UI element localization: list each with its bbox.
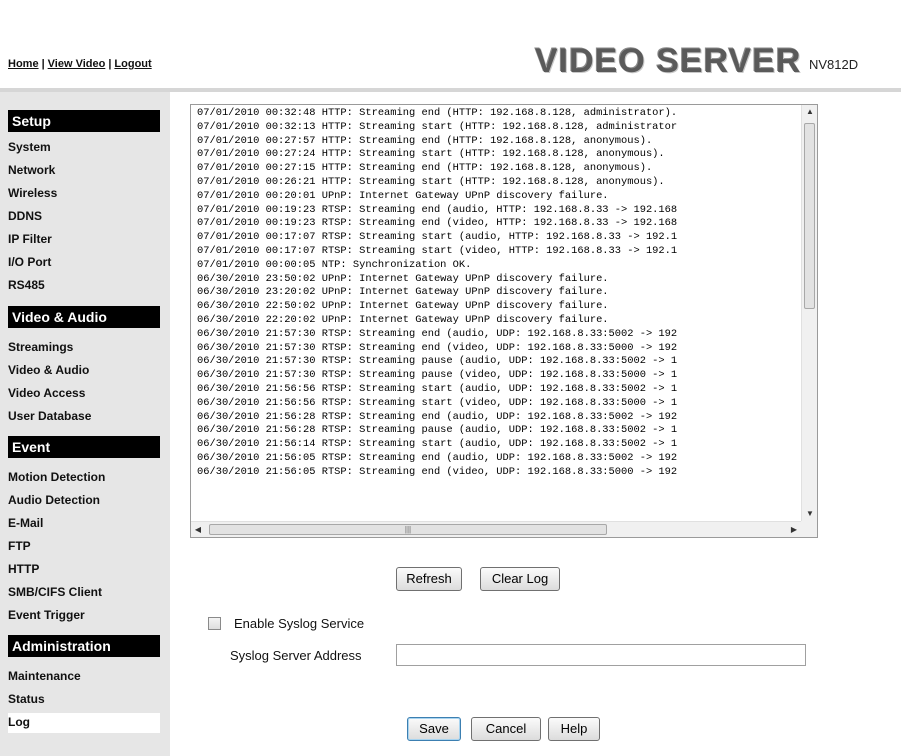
log-line: 07/01/2010 00:19:23 RTSP: Streaming end … <box>197 217 678 230</box>
cancel-button[interactable]: Cancel <box>471 717 541 741</box>
refresh-button[interactable]: Refresh <box>396 567 462 591</box>
horizontal-scrollbar[interactable]: ◀ ||| ▶ <box>191 521 801 537</box>
log-line: 07/01/2010 00:19:23 RTSP: Streaming end … <box>197 203 678 216</box>
log-line: 07/01/2010 00:32:48 HTTP: Streaming end … <box>197 107 678 119</box>
log-line: 07/01/2010 00:32:13 HTTP: Streaming star… <box>197 120 678 133</box>
top-nav: Home | View Video | Logout <box>8 58 152 70</box>
sidebar-item-network[interactable]: Network <box>8 161 160 181</box>
log-line: 06/30/2010 23:50:02 UPnP: Internet Gatew… <box>197 272 609 285</box>
sidebar-item-maintenance[interactable]: Maintenance <box>8 667 160 687</box>
model-name: NV812D <box>809 57 859 72</box>
log-line: 06/30/2010 21:57:30 RTSP: Streaming paus… <box>197 369 678 382</box>
log-line: 07/01/2010 00:26:21 HTTP: Streaming star… <box>197 175 665 188</box>
log-line: 06/30/2010 21:57:30 RTSP: Streaming end … <box>197 327 678 340</box>
log-line: 07/01/2010 00:27:15 HTTP: Streaming end … <box>197 162 653 175</box>
scroll-down-icon[interactable]: ▼ <box>802 507 818 521</box>
save-button[interactable]: Save <box>407 717 461 741</box>
sidebar-item-user-database[interactable]: User Database <box>8 407 160 427</box>
sidebar: Setup System Network Wireless DDNS IP Fi… <box>0 92 170 756</box>
log-line: 06/30/2010 21:57:30 RTSP: Streaming end … <box>197 341 678 354</box>
log-line: 07/01/2010 00:27:57 HTTP: Streaming end … <box>197 134 653 147</box>
log-textarea[interactable]: 07/01/2010 00:32:48 HTTP: Streaming end … <box>190 104 818 538</box>
scroll-up-icon[interactable]: ▲ <box>802 105 818 119</box>
log-line: 06/30/2010 21:56:28 RTSP: Streaming paus… <box>197 424 678 437</box>
section-administration: Administration <box>8 635 160 657</box>
log-line: 07/01/2010 00:27:24 HTTP: Streaming star… <box>197 148 665 161</box>
sidebar-item-ddns[interactable]: DDNS <box>8 207 160 227</box>
scroll-left-icon[interactable]: ◀ <box>191 522 205 538</box>
logout-link[interactable]: Logout <box>114 58 151 70</box>
brand-logo: VIDEO SERVER <box>535 42 802 80</box>
vertical-scrollbar[interactable]: ▲ ▼ <box>801 105 817 521</box>
log-line: 07/01/2010 00:17:07 RTSP: Streaming star… <box>197 244 678 257</box>
sidebar-item-email[interactable]: E-Mail <box>8 514 160 534</box>
sidebar-item-rs485[interactable]: RS485 <box>8 276 160 296</box>
log-line: 06/30/2010 21:56:28 RTSP: Streaming end … <box>197 410 678 423</box>
log-line: 06/30/2010 21:56:05 RTSP: Streaming end … <box>197 451 678 464</box>
clear-log-button[interactable]: Clear Log <box>480 567 560 591</box>
sidebar-item-ftp[interactable]: FTP <box>8 537 160 557</box>
section-setup: Setup <box>8 110 160 132</box>
enable-syslog-label: Enable Syslog Service <box>234 616 365 631</box>
log-line: 06/30/2010 21:56:05 RTSP: Streaming end … <box>197 465 678 478</box>
scroll-corner <box>801 521 817 537</box>
log-line: 06/30/2010 21:56:14 RTSP: Streaming star… <box>197 438 678 451</box>
sidebar-item-ip-filter[interactable]: IP Filter <box>8 230 160 250</box>
scroll-right-icon[interactable]: ▶ <box>787 522 801 538</box>
sidebar-item-video-audio[interactable]: Video & Audio <box>8 361 160 381</box>
log-line: 06/30/2010 21:56:56 RTSP: Streaming star… <box>197 382 678 395</box>
log-line: 06/30/2010 21:56:56 RTSP: Streaming star… <box>197 396 678 409</box>
sidebar-item-log[interactable]: Log <box>8 713 160 733</box>
sidebar-item-audio-detection[interactable]: Audio Detection <box>8 491 160 511</box>
section-event: Event <box>8 436 160 458</box>
log-line: 06/30/2010 23:20:02 UPnP: Internet Gatew… <box>197 286 609 299</box>
log-lines: 07/01/2010 00:32:48 HTTP: Streaming end … <box>197 107 795 521</box>
sidebar-item-motion-detection[interactable]: Motion Detection <box>8 468 160 488</box>
sidebar-item-smb-cifs-client[interactable]: SMB/CIFS Client <box>8 583 160 603</box>
section-video-audio: Video & Audio <box>8 306 160 328</box>
sidebar-item-status[interactable]: Status <box>8 690 160 710</box>
sidebar-item-streamings[interactable]: Streamings <box>8 338 160 358</box>
syslog-server-label: Syslog Server Address <box>230 648 362 663</box>
help-button[interactable]: Help <box>548 717 600 741</box>
horizontal-scroll-thumb[interactable]: ||| <box>209 524 607 535</box>
view-video-link[interactable]: View Video <box>48 58 106 70</box>
main-content: 07/01/2010 00:32:48 HTTP: Streaming end … <box>178 92 901 756</box>
log-line: 06/30/2010 22:20:02 UPnP: Internet Gatew… <box>197 313 609 326</box>
sidebar-item-video-access[interactable]: Video Access <box>8 384 160 404</box>
log-line: 06/30/2010 22:50:02 UPnP: Internet Gatew… <box>197 300 609 313</box>
home-link[interactable]: Home <box>8 58 39 70</box>
log-line: 07/01/2010 00:20:01 UPnP: Internet Gatew… <box>197 189 609 202</box>
nav-separator: | <box>41 58 45 70</box>
log-line: 07/01/2010 00:17:07 RTSP: Streaming star… <box>197 231 678 244</box>
sidebar-item-system[interactable]: System <box>8 138 160 158</box>
sidebar-item-wireless[interactable]: Wireless <box>8 184 160 204</box>
enable-syslog-checkbox[interactable] <box>208 617 221 630</box>
syslog-server-input[interactable] <box>396 644 806 666</box>
sidebar-item-http[interactable]: HTTP <box>8 560 160 580</box>
log-line: 06/30/2010 21:57:30 RTSP: Streaming paus… <box>197 355 678 368</box>
sidebar-item-event-trigger[interactable]: Event Trigger <box>8 606 160 626</box>
sidebar-item-io-port[interactable]: I/O Port <box>8 253 160 273</box>
log-line: 07/01/2010 00:00:05 NTP: Synchronization… <box>197 258 472 271</box>
vertical-scroll-thumb[interactable] <box>804 123 815 309</box>
